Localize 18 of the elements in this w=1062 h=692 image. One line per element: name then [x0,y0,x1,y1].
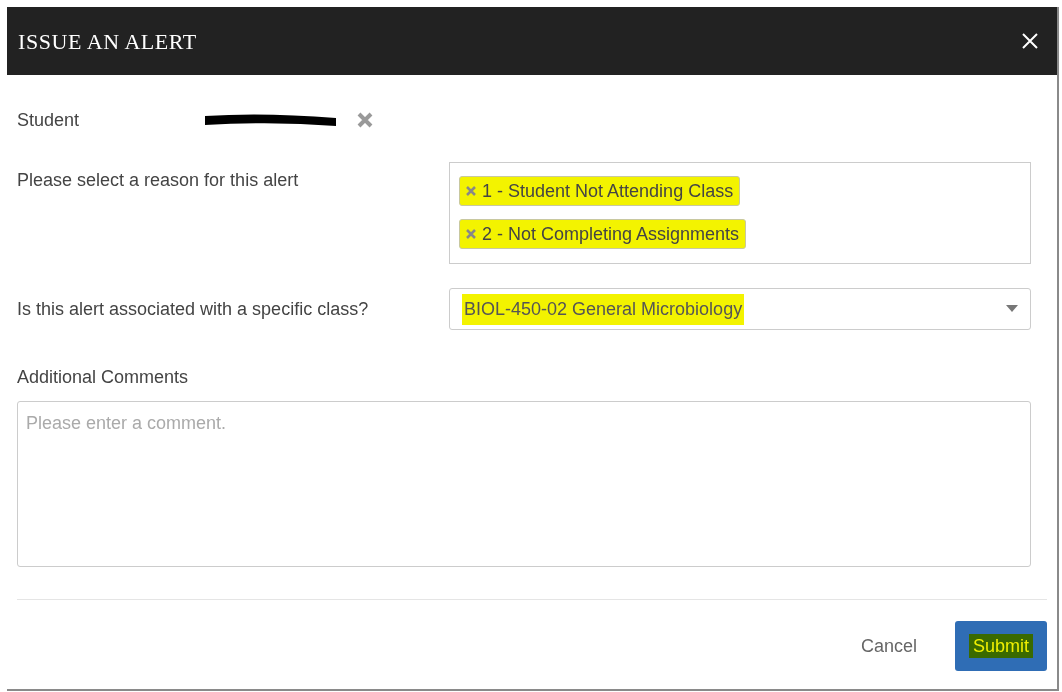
close-icon[interactable] [1021,32,1039,50]
field-label: Student [17,108,81,132]
remove-icon[interactable] [466,229,476,239]
selected-tag[interactable]: 1 - Student Not Attending Class [459,176,741,206]
dialog-title: ISSUE AN ALERT [18,27,197,56]
multiselect-field[interactable]: 1 - Student Not Attending Class 2 - Not Completing Assignments [449,162,1031,264]
field-label: Please select a reason for this alert [17,169,300,192]
remove-icon[interactable] [356,111,374,129]
submit-button[interactable]: Submit [954,621,1047,671]
cancel-button[interactable]: Cancel [860,632,917,660]
field-label: Is this alert associated with a specific class? [17,297,370,321]
selected-value: BIOL-450-02 General Microbiology [462,293,745,325]
selected-tag[interactable]: 2 - Not Completing Assignments [459,219,747,249]
caret-icon [1006,305,1018,313]
remove-icon[interactable] [466,186,476,196]
field-label: Additional Comments [17,366,190,389]
comment-field[interactable]: Please enter a comment. [17,401,1031,567]
class-dropdown[interactable]: BIOL-450-02 General Microbiology [449,288,1031,330]
